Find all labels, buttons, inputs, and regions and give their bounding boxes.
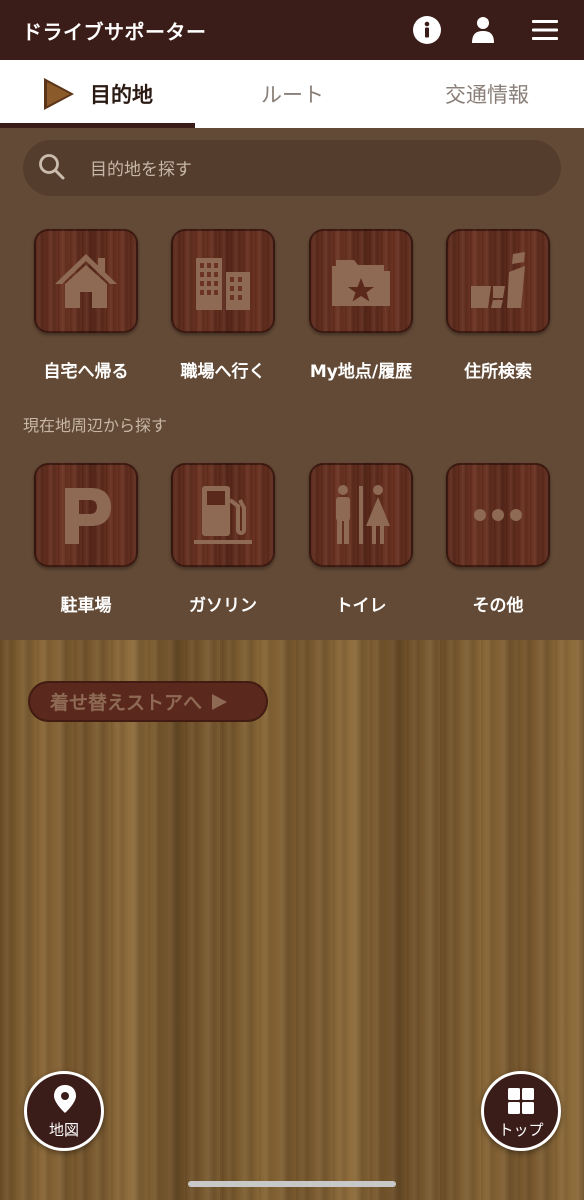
more-icon [474, 509, 522, 521]
tab-destination[interactable]: 目的地 [0, 60, 195, 128]
play-arrow-icon [212, 693, 228, 710]
home-label: 自宅へ帰る [43, 362, 129, 382]
top-button-label: トップ [498, 1121, 544, 1139]
other-label: その他 [472, 596, 524, 616]
info-icon [413, 16, 441, 44]
folder-star-icon [332, 260, 390, 306]
other-button[interactable] [446, 463, 550, 567]
house-icon [55, 254, 117, 308]
office-building-icon [196, 258, 250, 310]
app-header: ドライブサポーター [0, 0, 584, 60]
tab-bar: 目的地 ルート 交通情報 [0, 60, 584, 128]
work-label: 職場へ行く [180, 362, 266, 382]
address-map-icon [471, 252, 525, 308]
work-button[interactable] [171, 229, 275, 333]
restroom-label: トイレ [335, 596, 387, 616]
nearby-section-label: 現在地周辺から探す [23, 416, 168, 435]
parking-icon [65, 488, 111, 544]
menu-icon [532, 20, 558, 40]
theme-store-button[interactable]: 着せ替えストアへ [28, 681, 268, 722]
search-placeholder[interactable]: 目的地を探す [90, 155, 192, 180]
tab-route-label: ルート [261, 83, 324, 107]
address-search-label: 住所検索 [464, 362, 532, 382]
restroom-button[interactable] [309, 463, 413, 567]
address-search-button[interactable] [446, 229, 550, 333]
info-button[interactable] [411, 14, 443, 46]
parking-button[interactable] [34, 463, 138, 567]
gas-station-icon [194, 486, 252, 544]
account-button[interactable] [467, 14, 499, 46]
app-title: ドライブサポーター [22, 20, 207, 44]
home-button[interactable] [34, 229, 138, 333]
tab-destination-label: 目的地 [90, 83, 153, 107]
map-pin-icon [54, 1085, 76, 1113]
play-arrow-icon [44, 78, 74, 110]
top-button[interactable]: トップ [481, 1071, 561, 1151]
gas-station-button[interactable] [171, 463, 275, 567]
gas-station-label: ガソリン [189, 596, 257, 616]
grid-icon [508, 1088, 534, 1114]
search-icon [39, 154, 65, 180]
restroom-icon [336, 485, 390, 544]
parking-label: 駐車場 [60, 596, 112, 616]
tab-traffic-label: 交通情報 [445, 83, 529, 107]
map-button[interactable]: 地図 [24, 1071, 104, 1151]
my-places-button[interactable] [309, 229, 413, 333]
user-icon [472, 17, 494, 43]
tab-route[interactable]: ルート [195, 60, 390, 128]
my-places-label: My地点/履歴 [309, 362, 413, 382]
menu-button[interactable] [529, 14, 561, 46]
theme-store-label: 着せ替えストアへ [50, 692, 203, 714]
map-button-label: 地図 [48, 1121, 79, 1139]
tab-traffic[interactable]: 交通情報 [390, 60, 584, 128]
home-indicator [188, 1181, 396, 1187]
